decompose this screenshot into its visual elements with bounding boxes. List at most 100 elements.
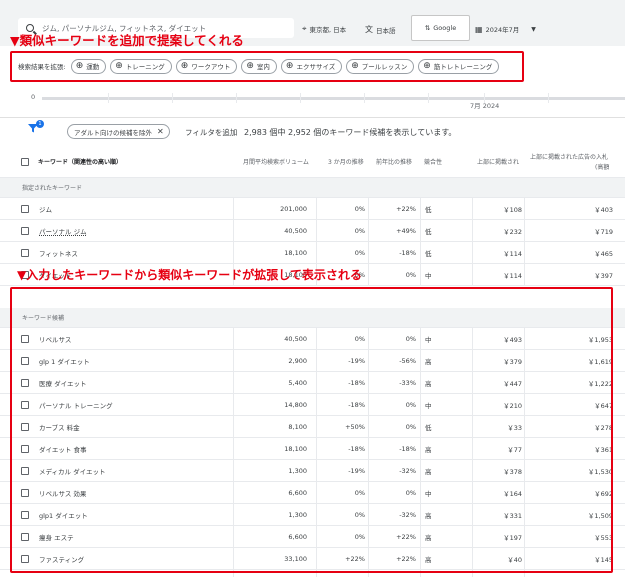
bid-high-cell: ￥397	[594, 271, 613, 280]
chart-tick	[172, 93, 173, 103]
yoy-cell: -18%	[399, 248, 416, 257]
expand-chip[interactable]: ⊕ エクササイズ	[280, 58, 343, 74]
expand-chip[interactable]: ⊕ 室内	[241, 58, 277, 74]
adult-exclusion-chip[interactable]: アダルト向けの候補を除外 ✕	[67, 124, 170, 139]
table-row[interactable]: フィットネス 18,100 0% -18% 低 ￥114 ￥465	[0, 242, 625, 264]
column-divider	[524, 242, 525, 263]
table-row[interactable]: パーソナル ジム 40,500 0% +49% 低 ￥232 ￥719	[0, 220, 625, 242]
bid-low-cell: ￥232	[503, 227, 522, 236]
chart-tick	[108, 93, 109, 103]
column-divider	[368, 220, 369, 241]
location-pin-icon: ⌖	[302, 24, 307, 33]
column-divider	[368, 264, 369, 285]
column-divider	[472, 264, 473, 285]
competition-cell: 中	[425, 271, 432, 280]
section-label: 指定されたキーワード	[22, 185, 83, 192]
expand-chip[interactable]: ⊕ ワークアウト	[175, 58, 238, 74]
close-icon[interactable]: ✕	[157, 127, 164, 136]
header-yoy[interactable]: 前年比の推移	[376, 146, 412, 177]
calendar-icon: ▦	[475, 24, 483, 34]
translate-icon: 文	[365, 25, 373, 34]
header-keyword[interactable]: キーワード（関連性の高い順）	[38, 146, 122, 177]
chart-tick	[300, 93, 301, 103]
chip-label: 運動	[86, 63, 100, 71]
column-divider	[524, 220, 525, 241]
filter-count-badge: 1	[36, 120, 44, 128]
competition-cell: 低	[425, 249, 432, 258]
expand-label: 検索結果を拡張:	[18, 63, 66, 71]
highlight-box-ideas	[10, 287, 613, 573]
select-all-checkbox[interactable]	[21, 158, 29, 166]
chart-tick	[236, 93, 237, 103]
column-divider	[420, 220, 421, 241]
network-selector[interactable]: ⇅ Google	[411, 15, 470, 41]
yoy-cell: +49%	[396, 226, 416, 235]
yoy-cell: 0%	[405, 270, 416, 279]
column-divider	[368, 198, 369, 219]
chevron-down-icon: ▼	[531, 25, 536, 33]
bid-high-cell: ￥465	[594, 249, 613, 258]
chip-label: トレーニング	[125, 63, 165, 71]
chip-label: プールレッスン	[361, 63, 408, 71]
language-label: 日本語	[376, 26, 396, 35]
plus-icon: ⊕	[246, 60, 254, 71]
add-filter-button[interactable]: フィルタを追加	[185, 127, 237, 138]
adult-chip-label: アダルト向けの候補を除外	[74, 128, 152, 137]
column-divider	[472, 198, 473, 219]
trend-chart	[0, 86, 625, 116]
yoy-cell: +22%	[396, 204, 416, 213]
plus-icon: ⊕	[285, 60, 294, 71]
volume-cell: 18,100	[284, 248, 307, 257]
expand-chip[interactable]: ⊕ 筋トレトレーニング	[418, 58, 500, 74]
row-checkbox[interactable]	[21, 249, 29, 257]
header-bid-low[interactable]: 上部に掲載され	[477, 146, 519, 177]
column-divider	[420, 264, 421, 285]
expand-chip[interactable]: ⊕ トレーニング	[110, 58, 172, 74]
competition-cell: 低	[425, 205, 432, 214]
chart-tick	[364, 93, 365, 103]
chart-date-label: 7月 2024	[470, 102, 500, 110]
row-checkbox[interactable]	[21, 227, 29, 235]
column-divider	[420, 198, 421, 219]
bid-low-cell: ￥108	[503, 205, 522, 214]
section-row: 指定されたキーワード	[0, 178, 625, 198]
language-selector[interactable]: 文 日本語	[365, 24, 396, 35]
network-icon: ⇅	[424, 24, 431, 32]
keyword-cell[interactable]: ジム	[39, 198, 52, 219]
column-divider	[420, 242, 421, 263]
competition-cell: 低	[425, 227, 432, 236]
expand-chip[interactable]: ⊕ 運動	[70, 58, 107, 74]
plus-icon: ⊕	[180, 60, 189, 71]
row-checkbox[interactable]	[21, 205, 29, 213]
three-month-cell: 0%	[354, 248, 365, 257]
header-competition[interactable]: 競合性	[424, 146, 442, 177]
chart-tick	[428, 93, 429, 103]
volume-cell: 40,500	[284, 226, 307, 235]
chart-tick	[548, 93, 549, 103]
column-divider	[233, 198, 234, 219]
bid-low-cell: ￥114	[503, 271, 522, 280]
three-month-cell: 0%	[354, 226, 365, 235]
three-month-cell: 0%	[354, 204, 365, 213]
bid-high-cell: ￥719	[594, 227, 613, 236]
table-row[interactable]: ジム 201,000 0% +22% 低 ￥108 ￥403	[0, 198, 625, 220]
location-selector[interactable]: ⌖ 東京都, 日本	[302, 24, 346, 34]
column-divider	[316, 220, 317, 241]
chart-baseline	[42, 97, 625, 100]
column-divider	[233, 242, 234, 263]
header-3month[interactable]: 3 か月の推移	[328, 146, 364, 177]
keyword-cell[interactable]: フィットネス	[39, 242, 78, 263]
header-volume[interactable]: 月間平均検索ボリューム	[243, 146, 309, 177]
date-range-selector[interactable]: ▦ 2024年7月 ▼	[475, 24, 536, 35]
table-header-row: キーワード（関連性の高い順） 月間平均検索ボリューム 3 か月の推移 前年比の推…	[0, 146, 625, 178]
volume-cell: 201,000	[280, 204, 307, 213]
annotation-top: ▼類似キーワードを追加で提案してくれる	[10, 33, 244, 48]
location-label: 東京都, 日本	[309, 26, 347, 34]
plus-icon: ⊕	[351, 60, 359, 71]
keyword-cell[interactable]: パーソナル ジム	[39, 220, 87, 241]
column-divider	[233, 220, 234, 241]
expand-chip[interactable]: ⊕ プールレッスン	[346, 58, 415, 74]
chip-label: エクササイズ	[296, 63, 336, 71]
chip-label: ワークアウト	[191, 63, 231, 71]
plus-icon: ⊕	[75, 60, 84, 71]
